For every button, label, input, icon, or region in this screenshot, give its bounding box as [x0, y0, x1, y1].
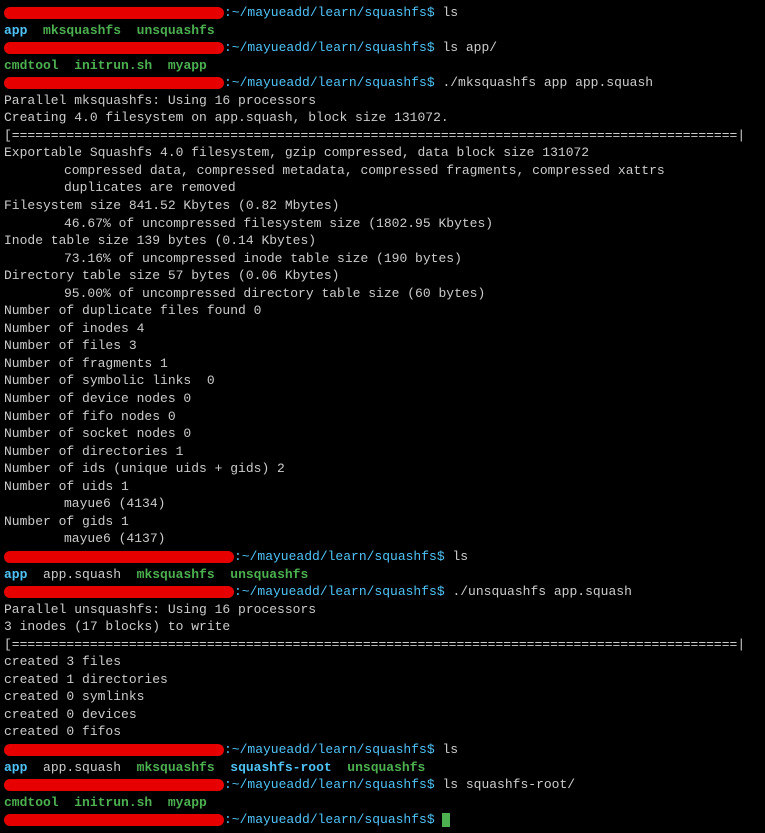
prompt-line: :~/mayueadd/learn/squashfs$ ls squashfs-…	[4, 776, 761, 794]
output-line: duplicates are removed	[4, 179, 761, 197]
command-text: ls app/	[442, 40, 497, 55]
ls-output: app app.squash mksquashfs squashfs-root …	[4, 759, 761, 777]
output-line: 46.67% of uncompressed filesystem size (…	[4, 215, 761, 233]
redacted-user	[4, 42, 224, 54]
output-line: [=======================================…	[4, 636, 761, 654]
exec-entry: mksquashfs	[43, 23, 121, 38]
prompt-path: :~/mayueadd/learn/squashfs$	[224, 75, 435, 90]
command-text: ls squashfs-root/	[442, 777, 575, 792]
dir-entry: app	[4, 760, 27, 775]
redacted-user	[4, 7, 224, 19]
output-line: 3 inodes (17 blocks) to write	[4, 618, 761, 636]
output-line: Number of directories 1	[4, 443, 761, 461]
output-line: Number of socket nodes 0	[4, 425, 761, 443]
exec-entry: mksquashfs	[137, 567, 215, 582]
prompt-path: :~/mayueadd/learn/squashfs$	[234, 549, 445, 564]
output-line: Directory table size 57 bytes (0.06 Kbyt…	[4, 267, 761, 285]
dir-entry: app	[4, 567, 27, 582]
file-entry: app.squash	[43, 567, 121, 582]
command-text: ls	[442, 742, 458, 757]
prompt-path: :~/mayueadd/learn/squashfs$	[224, 777, 435, 792]
output-line: Number of duplicate files found 0	[4, 302, 761, 320]
exec-entry: initrun.sh	[74, 58, 152, 73]
cursor-icon	[442, 813, 450, 827]
redacted-user	[4, 779, 224, 791]
output-line: created 0 fifos	[4, 723, 761, 741]
dir-entry: squashfs-root	[230, 760, 331, 775]
exec-entry: unsquashfs	[137, 23, 215, 38]
prompt-line: :~/mayueadd/learn/squashfs$ ./mksquashfs…	[4, 74, 761, 92]
output-line: Number of fifo nodes 0	[4, 408, 761, 426]
output-line: Creating 4.0 filesystem on app.squash, b…	[4, 109, 761, 127]
output-line: Number of fragments 1	[4, 355, 761, 373]
ls-app-output: cmdtool initrun.sh myapp	[4, 57, 761, 75]
output-line: Exportable Squashfs 4.0 filesystem, gzip…	[4, 144, 761, 162]
output-line: Parallel unsquashfs: Using 16 processors	[4, 601, 761, 619]
command-text: ls	[442, 5, 458, 20]
exec-entry: cmdtool	[4, 58, 59, 73]
output-line: created 3 files	[4, 653, 761, 671]
prompt-line: :~/mayueadd/learn/squashfs$ ./unsquashfs…	[4, 583, 761, 601]
prompt-line: :~/mayueadd/learn/squashfs$ ls app/	[4, 39, 761, 57]
output-line: Number of ids (unique uids + gids) 2	[4, 460, 761, 478]
output-line: created 1 directories	[4, 671, 761, 689]
output-line: Number of inodes 4	[4, 320, 761, 338]
prompt-path: :~/mayueadd/learn/squashfs$	[234, 584, 445, 599]
output-line: Number of symbolic links 0	[4, 372, 761, 390]
prompt-line: :~/mayueadd/learn/squashfs$ ls	[4, 4, 761, 22]
file-entry: app.squash	[43, 760, 121, 775]
prompt-path: :~/mayueadd/learn/squashfs$	[224, 742, 435, 757]
exec-entry: mksquashfs	[137, 760, 215, 775]
output-line: compressed data, compressed metadata, co…	[4, 162, 761, 180]
ls-root-output: cmdtool initrun.sh myapp	[4, 794, 761, 812]
output-line: Number of files 3	[4, 337, 761, 355]
redacted-user	[4, 586, 234, 598]
output-line: 95.00% of uncompressed directory table s…	[4, 285, 761, 303]
output-line: created 0 devices	[4, 706, 761, 724]
ls-output: app app.squash mksquashfs unsquashfs	[4, 566, 761, 584]
prompt-path: :~/mayueadd/learn/squashfs$	[224, 5, 435, 20]
exec-entry: myapp	[168, 795, 207, 810]
redacted-user	[4, 814, 224, 826]
exec-entry: unsquashfs	[230, 567, 308, 582]
output-line: Number of gids 1	[4, 513, 761, 531]
prompt-line: :~/mayueadd/learn/squashfs$ ls	[4, 741, 761, 759]
exec-entry: cmdtool	[4, 795, 59, 810]
dir-entry: app	[4, 23, 27, 38]
output-line: Filesystem size 841.52 Kbytes (0.82 Mbyt…	[4, 197, 761, 215]
redacted-user	[4, 744, 224, 756]
redacted-user	[4, 77, 224, 89]
output-line: mayue6 (4134)	[4, 495, 761, 513]
output-line: Number of uids 1	[4, 478, 761, 496]
command-text: ./unsquashfs app.squash	[452, 584, 631, 599]
output-line: Number of device nodes 0	[4, 390, 761, 408]
ls-output: app mksquashfs unsquashfs	[4, 22, 761, 40]
command-text: ls	[452, 549, 468, 564]
output-line: mayue6 (4137)	[4, 530, 761, 548]
output-line: created 0 symlinks	[4, 688, 761, 706]
exec-entry: unsquashfs	[347, 760, 425, 775]
prompt-path: :~/mayueadd/learn/squashfs$	[224, 40, 435, 55]
prompt-path: :~/mayueadd/learn/squashfs$	[224, 812, 435, 827]
redacted-user	[4, 551, 234, 563]
output-line: Parallel mksquashfs: Using 16 processors	[4, 92, 761, 110]
output-line: [=======================================…	[4, 127, 761, 145]
output-line: Inode table size 139 bytes (0.14 Kbytes)	[4, 232, 761, 250]
prompt-line-active[interactable]: :~/mayueadd/learn/squashfs$	[4, 811, 761, 829]
prompt-line: :~/mayueadd/learn/squashfs$ ls	[4, 548, 761, 566]
output-line: 73.16% of uncompressed inode table size …	[4, 250, 761, 268]
exec-entry: initrun.sh	[74, 795, 152, 810]
command-text: ./mksquashfs app app.squash	[442, 75, 653, 90]
exec-entry: myapp	[168, 58, 207, 73]
